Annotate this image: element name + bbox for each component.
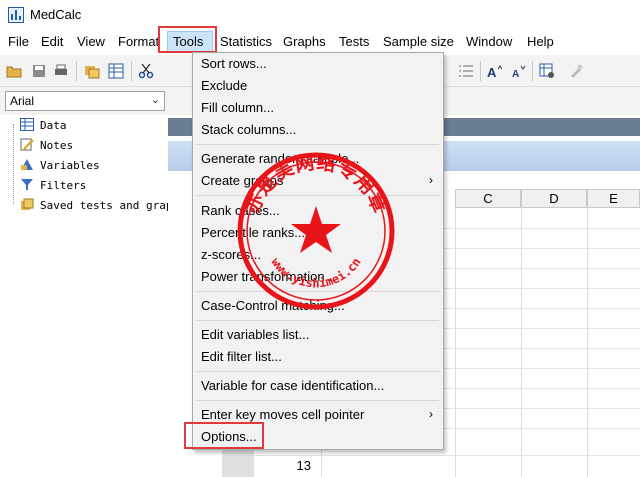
tree-item-variables[interactable]: Variables	[20, 158, 100, 172]
row-number: 13	[296, 458, 311, 473]
menu-statistics[interactable]: Statistics	[220, 34, 272, 49]
font-select-value: Arial	[10, 94, 35, 108]
menu-file[interactable]: File	[8, 34, 29, 49]
menu-item-enter-key-moves-pointer[interactable]: Enter key moves cell pointer	[201, 407, 364, 422]
folders-icon[interactable]	[84, 63, 100, 79]
menu-format[interactable]: Format	[118, 34, 162, 49]
column-header-e[interactable]: E	[587, 189, 640, 208]
menu-help[interactable]: Help	[527, 34, 554, 49]
menu-item-variable-case-identification[interactable]: Variable for case identification...	[201, 378, 384, 393]
print-icon[interactable]	[53, 63, 69, 79]
spreadsheet-settings-icon[interactable]	[539, 63, 555, 79]
submenu-arrow-icon: ›	[429, 407, 433, 421]
star-icon	[291, 206, 341, 253]
spreadsheet-icon[interactable]	[108, 63, 124, 79]
menu-item-edit-filter-list[interactable]: Edit filter list...	[201, 349, 282, 364]
menu-item-fill-column[interactable]: Fill column...	[201, 100, 274, 115]
contents-tree: Data Notes Variables Filters Saved tests…	[0, 115, 186, 477]
options-annotation	[184, 422, 264, 449]
variables-icon	[21, 159, 33, 170]
submenu-arrow-icon: ›	[429, 173, 433, 187]
filter-icon	[21, 179, 33, 190]
menu-view[interactable]: View	[77, 34, 105, 49]
font-select[interactable]: Arial ⌄	[5, 91, 165, 111]
title-bar: MedCalc	[0, 0, 640, 30]
open-folder-icon[interactable]	[6, 63, 22, 79]
menu-item-exclude[interactable]: Exclude	[201, 78, 247, 93]
tree-item-data[interactable]: Data	[20, 118, 67, 132]
chevron-down-icon: ⌄	[150, 94, 160, 106]
menu-graphs[interactable]: Graphs	[283, 34, 326, 49]
stamp-url: www.yishimei.cn	[268, 255, 363, 290]
tools-icon[interactable]	[568, 63, 584, 79]
svg-text:A: A	[487, 65, 497, 79]
watermark-stamp: 亦是美网络专用章 www.yishimei.cn	[237, 151, 395, 310]
menu-sample-size[interactable]: Sample size	[383, 34, 454, 49]
decrease-font-icon[interactable]: A	[510, 63, 526, 79]
data-grid-icon	[20, 118, 34, 131]
menu-item-sort-rows[interactable]: Sort rows...	[201, 56, 267, 71]
menu-item-stack-columns[interactable]: Stack columns...	[201, 122, 296, 137]
cut-icon[interactable]	[138, 63, 154, 79]
menu-tests[interactable]: Tests	[339, 34, 369, 49]
column-header-c[interactable]: C	[455, 189, 521, 208]
tools-menu-annotation	[158, 26, 217, 53]
tree-item-filters[interactable]: Filters	[20, 178, 86, 192]
notes-icon	[20, 138, 34, 151]
svg-text:www.yishimei.cn: www.yishimei.cn	[268, 255, 363, 290]
increase-font-icon[interactable]: A	[486, 63, 502, 79]
menu-edit[interactable]: Edit	[41, 34, 63, 49]
tree-item-notes[interactable]: Notes	[20, 138, 73, 152]
save-icon[interactable]	[31, 63, 47, 79]
list-icon[interactable]	[458, 63, 474, 79]
window-title: MedCalc	[30, 7, 82, 22]
svg-text:A: A	[512, 69, 519, 79]
menu-window[interactable]: Window	[466, 34, 512, 49]
column-header-d[interactable]: D	[521, 189, 587, 208]
saved-folder-icon	[21, 198, 34, 210]
menu-item-edit-variables-list[interactable]: Edit variables list...	[201, 327, 309, 342]
tree-item-saved-tests[interactable]: Saved tests and graphs	[20, 198, 186, 212]
app-icon	[8, 7, 24, 23]
